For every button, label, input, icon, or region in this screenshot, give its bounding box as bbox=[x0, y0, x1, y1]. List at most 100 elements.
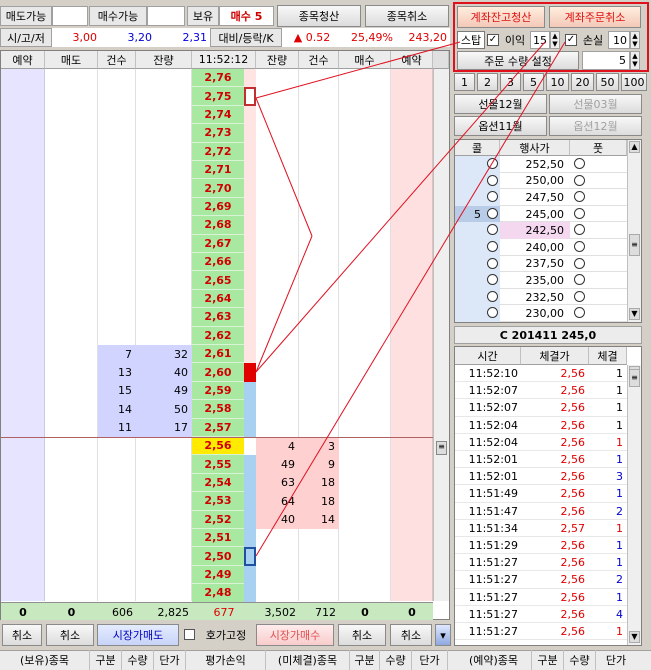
order-marker[interactable] bbox=[244, 473, 256, 493]
qty-button-10[interactable]: 10 bbox=[546, 73, 569, 91]
cancel-reserve-buy-button[interactable]: 취소 bbox=[390, 624, 432, 646]
put-radio-icon[interactable] bbox=[574, 257, 585, 269]
order-marker[interactable] bbox=[244, 124, 256, 143]
order-marker[interactable] bbox=[244, 418, 256, 437]
scroll-down-icon[interactable]: ▼ bbox=[629, 631, 640, 643]
qty-spinner-icon[interactable]: ▲ ▼ bbox=[630, 51, 640, 70]
order-marker[interactable] bbox=[244, 565, 256, 585]
put-radio-icon[interactable] bbox=[574, 207, 585, 219]
put-radio-icon[interactable] bbox=[574, 307, 585, 319]
call-radio-icon[interactable] bbox=[487, 257, 498, 269]
close-item-button[interactable]: 종목청산 bbox=[277, 5, 361, 27]
option-row[interactable]: 252,50 bbox=[455, 156, 627, 173]
call-radio-icon[interactable] bbox=[487, 207, 498, 219]
profit-spinner-icon[interactable]: ▲ ▼ bbox=[550, 31, 560, 49]
order-marker[interactable] bbox=[244, 271, 256, 290]
futures-dec-button[interactable]: 선물12월 bbox=[454, 94, 547, 114]
order-marker[interactable] bbox=[244, 345, 256, 364]
cancel-reserve-sell-button[interactable]: 취소 bbox=[2, 624, 42, 646]
qty-button-5[interactable]: 5 bbox=[523, 73, 544, 91]
holding-items-tab[interactable]: (보유)종목 bbox=[0, 650, 90, 670]
option-row[interactable]: 247,50 bbox=[455, 189, 627, 206]
call-radio-icon[interactable] bbox=[487, 241, 498, 252]
put-radio-icon[interactable] bbox=[574, 224, 585, 236]
qty-button-1[interactable]: 1 bbox=[454, 73, 475, 91]
cancel-sell-button[interactable]: 취소 bbox=[46, 624, 94, 646]
order-qty-input[interactable]: 5 bbox=[582, 51, 630, 70]
order-marker[interactable] bbox=[244, 253, 256, 272]
order-marker[interactable] bbox=[244, 234, 256, 253]
cancel-buy-button[interactable]: 취소 bbox=[338, 624, 386, 646]
reserve-buy-column[interactable] bbox=[391, 69, 433, 601]
account-cancel-button[interactable]: 계좌주문취소 bbox=[549, 6, 641, 28]
market-sell-button[interactable]: 시장가매도 bbox=[97, 624, 179, 646]
scroll-up-icon[interactable]: ▲ bbox=[629, 141, 640, 153]
account-close-button[interactable]: 계좌잔고청산 bbox=[457, 6, 545, 28]
order-marker[interactable] bbox=[244, 179, 256, 198]
order-marker[interactable] bbox=[244, 197, 256, 217]
order-marker[interactable] bbox=[244, 308, 256, 327]
order-marker[interactable] bbox=[244, 492, 256, 511]
order-marker[interactable] bbox=[244, 584, 256, 603]
order-marker[interactable] bbox=[244, 142, 256, 161]
order-marker[interactable] bbox=[244, 326, 256, 345]
put-radio-icon[interactable] bbox=[574, 158, 585, 169]
call-radio-icon[interactable] bbox=[487, 174, 498, 186]
fix-price-checkbox[interactable] bbox=[184, 629, 195, 640]
loss-checkbox[interactable]: ✓ bbox=[565, 34, 577, 46]
call-radio-icon[interactable] bbox=[487, 158, 498, 169]
options-dec-button[interactable]: 옵션12월 bbox=[549, 116, 642, 136]
order-marker[interactable] bbox=[244, 529, 256, 548]
option-row[interactable]: 5 245,00 bbox=[455, 205, 627, 223]
loss-spinner-icon[interactable]: ▲ ▼ bbox=[630, 31, 640, 49]
qty-button-3[interactable]: 3 bbox=[500, 73, 521, 91]
qty-button-20[interactable]: 20 bbox=[571, 73, 594, 91]
options-nov-button[interactable]: 옵션11월 bbox=[454, 116, 547, 136]
order-qty-setting-button[interactable]: 주문 수량 설정 bbox=[457, 51, 579, 70]
order-marker[interactable] bbox=[244, 105, 256, 125]
call-radio-icon[interactable] bbox=[487, 290, 498, 302]
put-radio-icon[interactable] bbox=[574, 241, 585, 252]
put-radio-icon[interactable] bbox=[574, 274, 585, 286]
order-marker[interactable] bbox=[244, 87, 256, 106]
order-marker[interactable] bbox=[244, 547, 256, 566]
options-scroll-thumb-icon[interactable]: ≡ bbox=[629, 234, 640, 256]
qty-button-100[interactable]: 100 bbox=[621, 73, 647, 91]
trades-scrollbar[interactable]: ▲ ≡ ▼ bbox=[627, 365, 641, 645]
order-marker[interactable] bbox=[244, 216, 256, 235]
option-row[interactable]: 240,00 bbox=[455, 239, 627, 256]
scroll-thumb-icon[interactable]: ≡ bbox=[436, 441, 447, 455]
order-book-scrollbar[interactable]: ≡ bbox=[433, 69, 449, 601]
option-row[interactable]: 237,50 bbox=[455, 255, 627, 273]
order-marker[interactable] bbox=[244, 455, 256, 474]
order-marker[interactable] bbox=[244, 510, 256, 529]
sell-column[interactable] bbox=[45, 69, 98, 601]
profit-input[interactable]: 15 bbox=[530, 31, 550, 49]
loss-input[interactable]: 10 bbox=[608, 31, 630, 49]
option-row[interactable]: 230,00 bbox=[455, 305, 627, 322]
scroll-down-icon[interactable]: ▼ bbox=[629, 308, 640, 320]
trades-scroll-thumb-icon[interactable]: ≡ bbox=[629, 369, 640, 387]
order-marker[interactable] bbox=[244, 437, 256, 456]
profit-checkbox[interactable]: ✓ bbox=[487, 34, 499, 46]
reserve-sell-column[interactable] bbox=[1, 69, 45, 601]
unfilled-items-tab[interactable]: (미체결)종목 bbox=[266, 650, 350, 670]
qty-button-50[interactable]: 50 bbox=[596, 73, 619, 91]
order-marker[interactable] bbox=[244, 69, 256, 88]
put-radio-icon[interactable] bbox=[574, 290, 585, 302]
market-buy-button[interactable]: 시장가매수 bbox=[256, 624, 334, 646]
option-row[interactable]: 235,00 bbox=[455, 272, 627, 289]
cancel-item-button[interactable]: 종목취소 bbox=[365, 5, 449, 27]
order-marker[interactable] bbox=[244, 161, 256, 180]
order-marker[interactable] bbox=[244, 381, 256, 401]
put-radio-icon[interactable] bbox=[574, 174, 585, 186]
futures-mar-button[interactable]: 선물03월 bbox=[549, 94, 642, 114]
buy-column[interactable] bbox=[339, 69, 391, 601]
scroll-down-icon[interactable]: ▾ bbox=[435, 624, 451, 646]
order-marker[interactable] bbox=[244, 363, 256, 382]
option-row[interactable]: 242,50 bbox=[455, 222, 627, 239]
qty-button-2[interactable]: 2 bbox=[477, 73, 498, 91]
order-marker[interactable] bbox=[244, 289, 256, 309]
option-row[interactable]: 232,50 bbox=[455, 288, 627, 306]
options-scrollbar[interactable]: ▲ ≡ ▼ bbox=[627, 140, 641, 322]
